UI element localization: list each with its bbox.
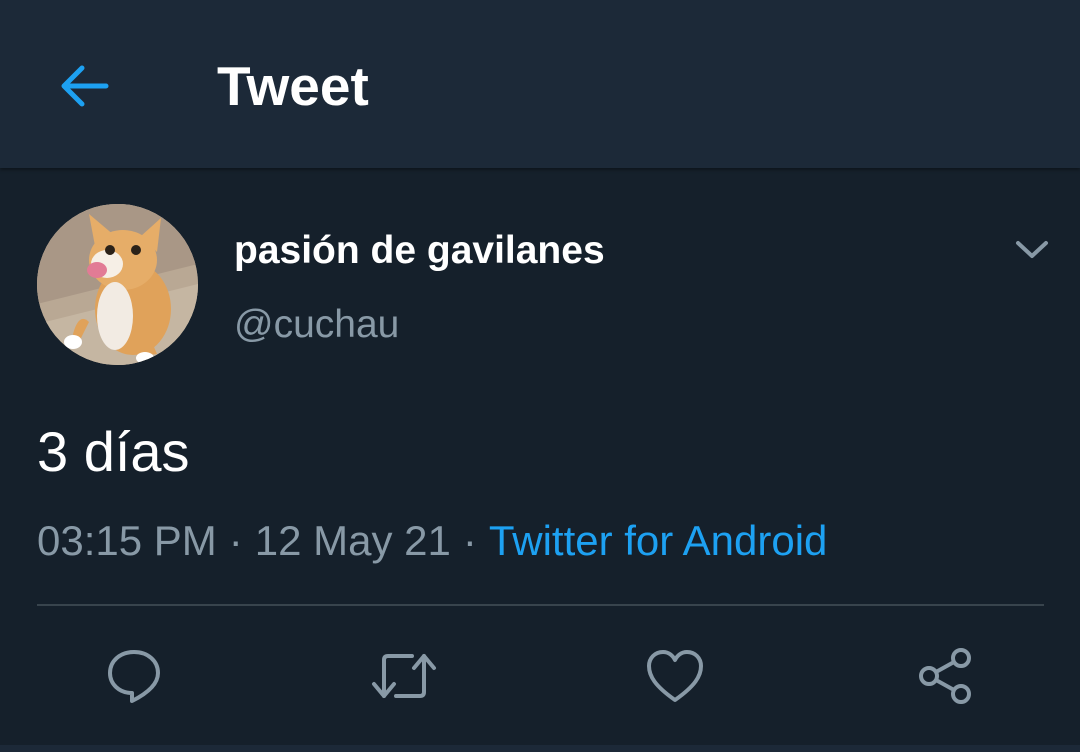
retweet-button[interactable] bbox=[368, 640, 440, 712]
like-icon bbox=[647, 650, 703, 702]
reply-button[interactable] bbox=[98, 640, 170, 712]
retweet-icon bbox=[372, 654, 436, 698]
like-button[interactable] bbox=[639, 640, 711, 712]
top-app-bar: Tweet bbox=[0, 0, 1080, 168]
cat-avatar-image bbox=[37, 204, 198, 365]
reply-icon bbox=[108, 650, 160, 703]
share-icon bbox=[919, 648, 971, 704]
author-display-name[interactable]: pasión de gavilanes bbox=[234, 226, 605, 276]
divider bbox=[37, 604, 1044, 606]
chevron-down-icon bbox=[1016, 241, 1048, 258]
tweet-menu-button[interactable] bbox=[1008, 226, 1056, 274]
share-button[interactable] bbox=[909, 640, 981, 712]
tweet-date: 12 May 21 bbox=[254, 517, 451, 564]
tweet-metadata: 03:15 PM · 12 May 21 · Twitter for Android bbox=[37, 514, 827, 568]
tweet-source-link[interactable]: Twitter for Android bbox=[489, 517, 827, 564]
separator: · bbox=[228, 517, 243, 564]
back-button[interactable] bbox=[52, 56, 116, 116]
avatar[interactable] bbox=[37, 204, 198, 365]
tweet-time: 03:15 PM bbox=[37, 517, 217, 564]
bottom-border bbox=[0, 745, 1080, 752]
separator: · bbox=[462, 517, 477, 564]
arrow-left-icon bbox=[61, 65, 109, 107]
page-title: Tweet bbox=[217, 55, 369, 117]
author-handle[interactable]: @cuchau bbox=[234, 300, 399, 350]
tweet-text: 3 días bbox=[37, 420, 190, 483]
